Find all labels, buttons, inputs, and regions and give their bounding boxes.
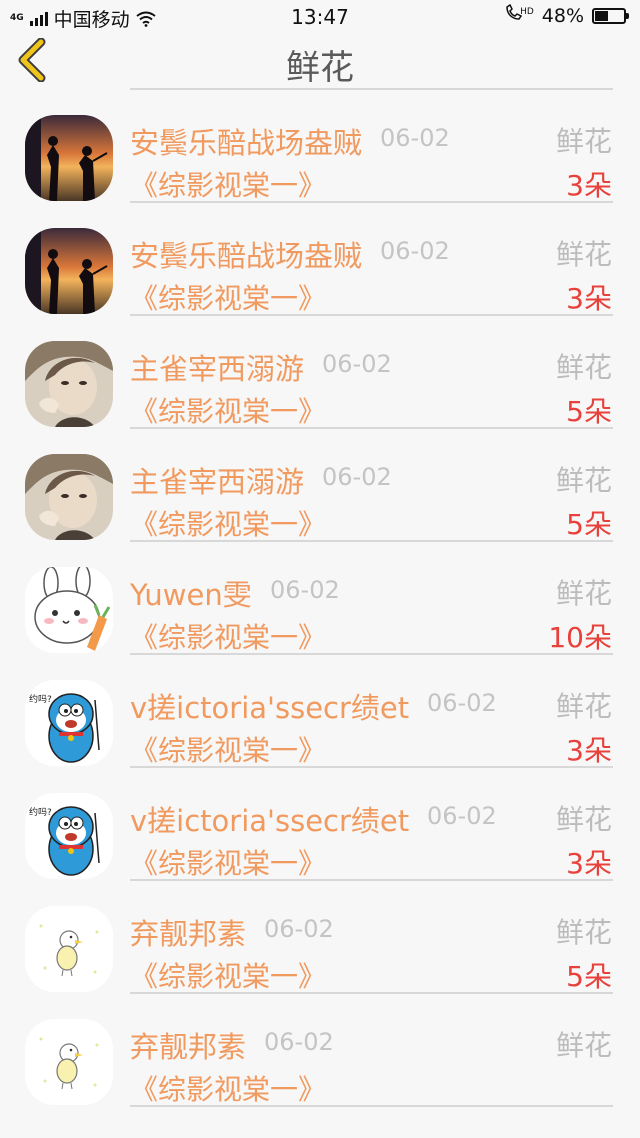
gift-count: 3朵 (566, 282, 612, 315)
svg-text:约吗?: 约吗? (29, 806, 52, 818)
send-date: 06-02 (270, 576, 340, 604)
gift-type: 鲜花 (555, 803, 612, 836)
sender-name: 主雀宰西溺游 (130, 352, 305, 386)
sunset-avatar[interactable] (25, 115, 113, 201)
send-date: 06-02 (427, 802, 497, 830)
cartoon-cat-avatar[interactable]: 约吗? (25, 680, 113, 766)
battery-fill (595, 10, 609, 21)
sender-name: 安鬓乐醅战场盎贼 (130, 126, 363, 160)
sender-name: 弃靓邦素 (130, 917, 247, 951)
gift-type: 鲜花 (555, 351, 612, 384)
battery-icon (592, 7, 629, 24)
sender-name: v搓ictoria'ssecr绩et (130, 804, 410, 838)
page-title: 鲜花 (286, 48, 354, 88)
sender-name: 主雀宰西溺游 (130, 465, 305, 499)
portrait-avatar[interactable] (25, 454, 113, 540)
gift-type: 鲜花 (555, 916, 612, 949)
gift-count: 5朵 (566, 508, 612, 541)
program-title: 《综影视棠一》 (130, 508, 327, 541)
gift-type: 鲜花 (555, 464, 612, 497)
sender-name: Yuwen雯 (130, 578, 252, 612)
list-item[interactable]: 主雀宰西溺游 06-02 鲜花《综影视棠一》 5朵 (0, 314, 640, 429)
list-item[interactable]: Yuwen雯 06-02 鲜花《综影视棠一》 10朵 (0, 540, 640, 655)
list-item[interactable]: 弃靓邦素 06-02 鲜花《综影视棠一》 5朵 (0, 879, 640, 994)
program-title: 《综影视棠一》 (130, 847, 327, 880)
sender-name: 安鬓乐醅战场盎贼 (130, 239, 363, 273)
send-date: 06-02 (380, 124, 450, 152)
list-item[interactable]: 约吗? v搓ictoria'ssecr绩et 06-02 鲜花《综影视棠一》 3朵 (0, 766, 640, 881)
sender-name: 弃靓邦素 (130, 1030, 247, 1064)
duck-avatar[interactable] (25, 906, 113, 992)
hd-label: HD (520, 6, 534, 17)
program-title: 《综影视棠一》 (130, 960, 327, 993)
duck-avatar[interactable] (25, 1019, 113, 1105)
gift-count: 5朵 (566, 960, 612, 993)
cartoon-cat-avatar[interactable]: 约吗? (25, 793, 113, 879)
list-item[interactable]: 弃靓邦素 06-02 鲜花《综影视棠一》 (0, 992, 640, 1107)
nav-bar: 鲜花 (0, 32, 640, 88)
gift-type: 鲜花 (555, 1029, 612, 1062)
portrait-avatar[interactable] (25, 341, 113, 427)
gift-count: 3朵 (566, 734, 612, 767)
sunset-avatar[interactable] (25, 228, 113, 314)
status-right: HD 48% (504, 3, 629, 27)
gift-type: 鲜花 (555, 690, 612, 723)
svg-text:约吗?: 约吗? (29, 693, 52, 705)
program-title: 《综影视棠一》 (130, 395, 327, 428)
status-bar: 4G 中国移动 13:47 HD 48% (0, 0, 640, 32)
list-item[interactable]: 约吗? v搓ictoria'ssecr绩et 06-02 鲜花《综影视棠一》 3朵 (0, 653, 640, 768)
gift-type: 鲜花 (555, 238, 612, 271)
program-title: 《综影视棠一》 (130, 621, 327, 654)
send-date: 06-02 (322, 350, 392, 378)
list-item[interactable]: 安鬓乐醅战场盎贼 06-02 鲜花《综影视棠一》 3朵 (0, 201, 640, 316)
send-date: 06-02 (264, 1028, 334, 1056)
program-title: 《综影视棠一》 (130, 734, 327, 767)
gift-type: 鲜花 (555, 577, 612, 610)
gift-count: 3朵 (566, 169, 612, 202)
gift-list: 夏日清荷_82631957606-02鲜花《综影视棠一》1朵安鬓乐醅战场盎贼06… (0, 0, 640, 1107)
send-date: 06-02 (264, 915, 334, 943)
send-date: 06-02 (380, 237, 450, 265)
gift-type: 鲜花 (555, 125, 612, 158)
list-item[interactable]: 安鬓乐醅战场盎贼 06-02 鲜花《综影视棠一》 3朵 (0, 88, 640, 203)
sender-name: v搓ictoria'ssecr绩et (130, 691, 410, 725)
program-title: 《综影视棠一》 (130, 1073, 327, 1106)
list-item[interactable]: 主雀宰西溺游 06-02 鲜花《综影视棠一》 5朵 (0, 427, 640, 542)
row-divider (130, 1105, 613, 1107)
send-date: 06-02 (322, 463, 392, 491)
program-title: 《综影视棠一》 (130, 282, 327, 315)
battery-percent: 48% (541, 4, 584, 27)
gift-count: 5朵 (566, 395, 612, 428)
gift-count: 3朵 (566, 847, 612, 880)
gift-count: 10朵 (548, 621, 612, 654)
send-date: 06-02 (427, 689, 497, 717)
bunny-avatar[interactable] (25, 567, 113, 653)
program-title: 《综影视棠一》 (130, 169, 327, 202)
